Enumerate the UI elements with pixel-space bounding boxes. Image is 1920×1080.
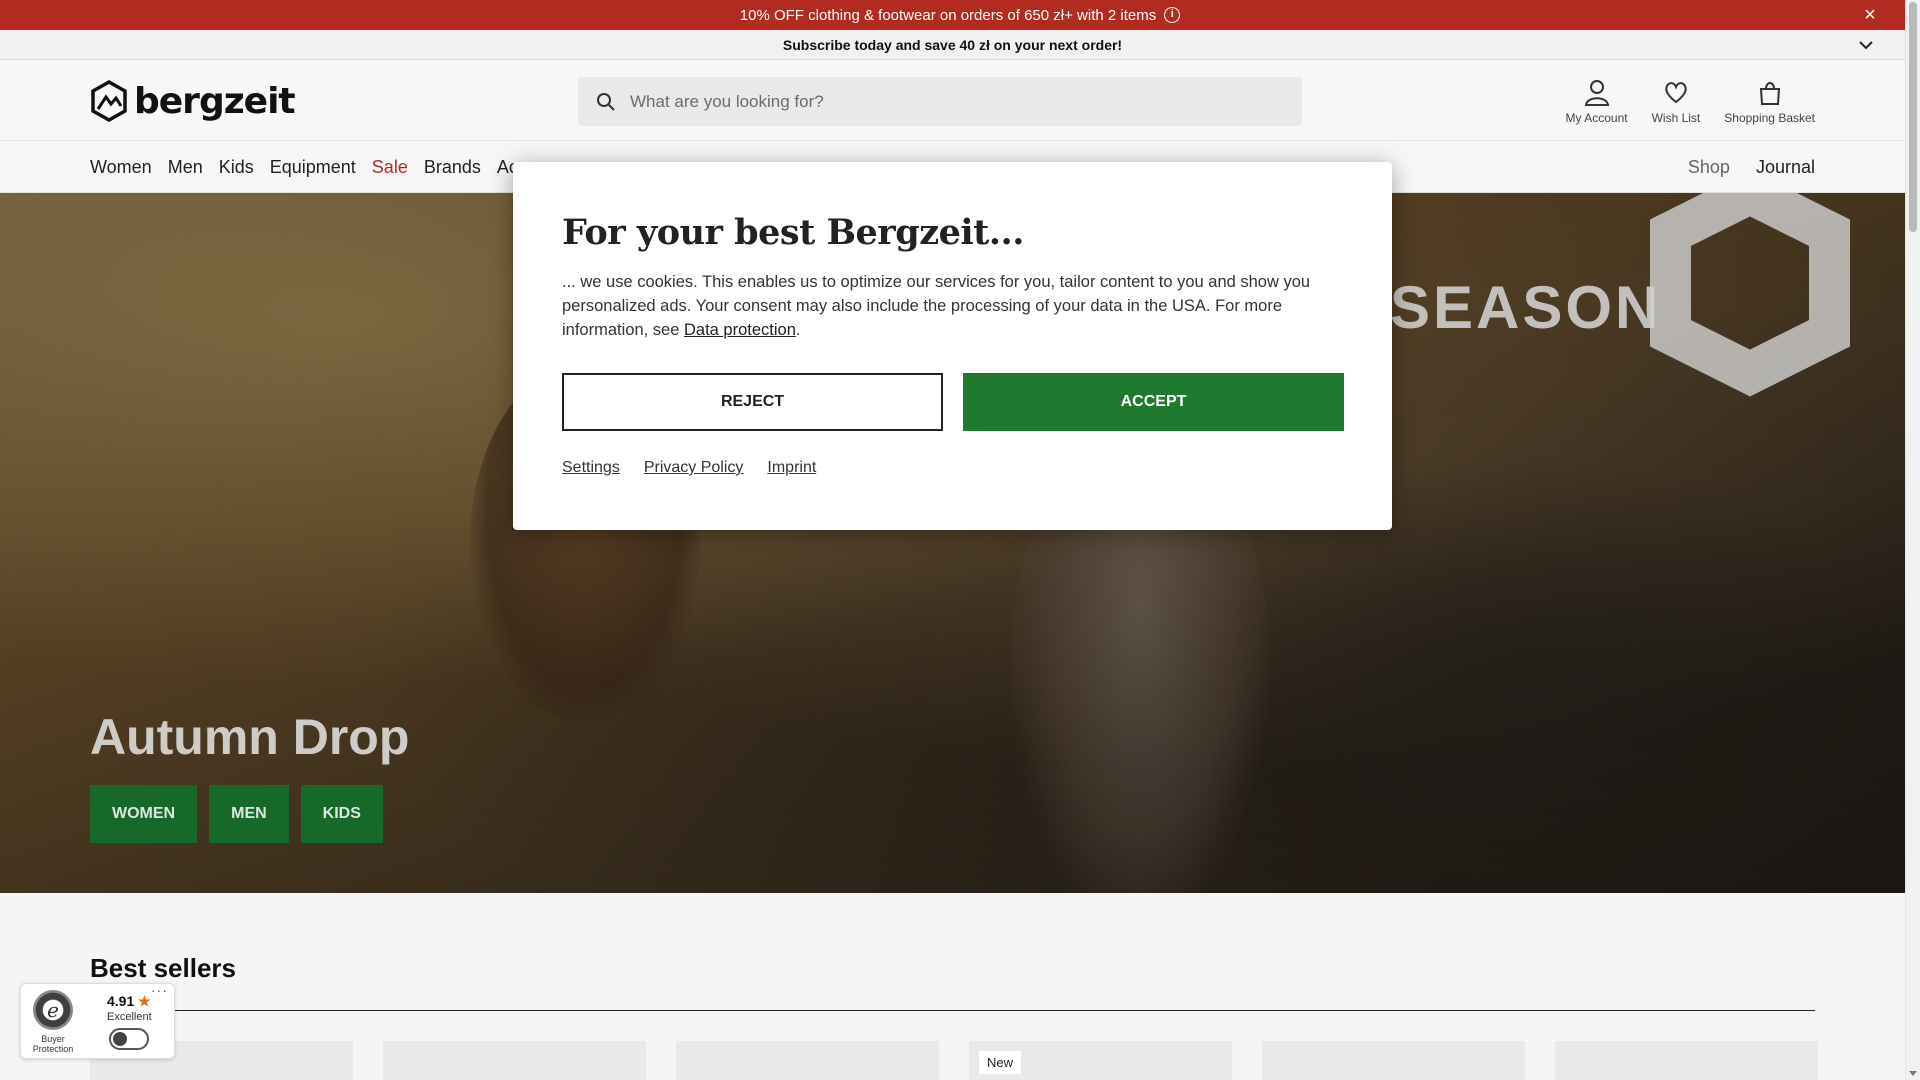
hero-buttons: WOMEN MEN KIDS: [90, 785, 383, 843]
cookie-consent-modal: For your best Bergzeit... ... we use coo…: [513, 162, 1392, 530]
search-bar[interactable]: [578, 77, 1302, 126]
scrollbar-thumb[interactable]: [1909, 2, 1917, 232]
shopping-basket-button[interactable]: Shopping Basket: [1724, 78, 1815, 125]
shopping-basket-label: Shopping Basket: [1724, 111, 1815, 125]
buyer-protection-label: Buyer Protection: [32, 1034, 74, 1054]
mountain-hex-logo-icon: [91, 80, 127, 122]
rating-score: 4.91 ★: [107, 993, 151, 1010]
scroll-down-arrow-icon[interactable]: [1909, 1071, 1917, 1076]
info-icon[interactable]: i: [1164, 7, 1181, 23]
promo-bar: 10% OFF clothing & footwear on orders of…: [0, 0, 1920, 30]
star-icon: ★: [138, 993, 151, 1009]
nav-item-sale[interactable]: Sale: [372, 157, 408, 178]
wish-list-button[interactable]: Wish List: [1651, 78, 1701, 125]
rating-score-value: 4.91: [107, 993, 135, 1009]
site-header: bergzeit My Account Wish List Shopping B…: [0, 60, 1905, 140]
chevron-down-icon[interactable]: [1857, 36, 1875, 54]
product-card[interactable]: [383, 1041, 646, 1080]
best-sellers-title: Best sellers: [90, 953, 236, 983]
hero-women-button[interactable]: WOMEN: [90, 785, 198, 843]
modal-text: ... we use cookies. This enables us to o…: [562, 270, 1352, 342]
product-card[interactable]: [676, 1041, 939, 1080]
new-badge: New: [979, 1051, 1022, 1074]
data-protection-link[interactable]: Data protection: [684, 321, 796, 339]
divider: [90, 1010, 1815, 1011]
imprint-link[interactable]: Imprint: [767, 459, 816, 477]
heart-icon: [1665, 82, 1687, 104]
modal-links: Settings Privacy Policy Imprint: [562, 459, 816, 477]
promo-text: 10% OFF clothing & footwear on orders of…: [739, 6, 1157, 24]
subscribe-bar[interactable]: Subscribe today and save 40 zł on your n…: [0, 30, 1905, 60]
nav-item-journal[interactable]: Journal: [1756, 157, 1815, 178]
more-options-icon[interactable]: ···: [151, 982, 168, 998]
modal-buttons: REJECT ACCEPT: [562, 373, 1344, 431]
trusted-shops-badge[interactable]: e Buyer Protection 4.91 ★ Excellent ···: [20, 982, 175, 1059]
nav-item-men[interactable]: Men: [168, 157, 203, 178]
trust-seal-icon: e: [33, 990, 73, 1030]
shopping-bag-icon: [1759, 82, 1780, 105]
hero-kids-button[interactable]: KIDS: [300, 785, 383, 843]
product-cards: New: [90, 1041, 1818, 1080]
settings-link[interactable]: Settings: [562, 459, 620, 477]
user-icon: [1584, 80, 1609, 106]
nav-item-equipment[interactable]: Equipment: [270, 157, 356, 178]
header-actions: My Account Wish List Shopping Basket: [1566, 78, 1815, 125]
product-card[interactable]: [1555, 1041, 1818, 1080]
modal-text-end: .: [795, 321, 801, 339]
hero-season-text: SEASON: [1390, 274, 1662, 341]
search-input[interactable]: [630, 91, 1230, 112]
trust-toggle-icon[interactable]: [109, 1028, 149, 1050]
my-account-button[interactable]: My Account: [1566, 78, 1628, 125]
modal-text-body: ... we use cookies. This enables us to o…: [562, 273, 1311, 339]
rating-label: Excellent: [107, 1011, 152, 1023]
modal-title: For your best Bergzeit...: [562, 212, 1024, 253]
best-sellers-section: Best sellers New: [0, 893, 1905, 1080]
logo[interactable]: bergzeit: [90, 80, 296, 122]
nav-item-women[interactable]: Women: [90, 157, 152, 178]
hero-title: Autumn Drop: [90, 709, 410, 765]
nav-item-shop[interactable]: Shop: [1688, 157, 1730, 178]
nav-item-brands[interactable]: Brands: [424, 157, 481, 178]
logo-text: bergzeit: [134, 80, 296, 122]
wish-list-label: Wish List: [1651, 111, 1701, 125]
reject-button[interactable]: REJECT: [562, 373, 943, 431]
nav-secondary: Shop Journal: [1688, 141, 1815, 194]
privacy-policy-link[interactable]: Privacy Policy: [644, 459, 744, 477]
hero-men-button[interactable]: MEN: [209, 785, 289, 843]
nav-item-kids[interactable]: Kids: [219, 157, 254, 178]
search-icon: [597, 92, 615, 111]
my-account-label: My Account: [1565, 111, 1628, 125]
close-icon[interactable]: ×: [1860, 5, 1880, 25]
product-card[interactable]: New: [969, 1041, 1232, 1080]
accept-button[interactable]: ACCEPT: [963, 373, 1344, 431]
product-card[interactable]: [1262, 1041, 1525, 1080]
hexagon-logo-icon: [1650, 193, 1850, 397]
subscribe-text: Subscribe today and save 40 zł on your n…: [782, 36, 1123, 53]
nav-categories: Women Men Kids Equipment Sale Brands Ac.…: [90, 141, 533, 194]
scrollbar[interactable]: [1905, 0, 1920, 1080]
